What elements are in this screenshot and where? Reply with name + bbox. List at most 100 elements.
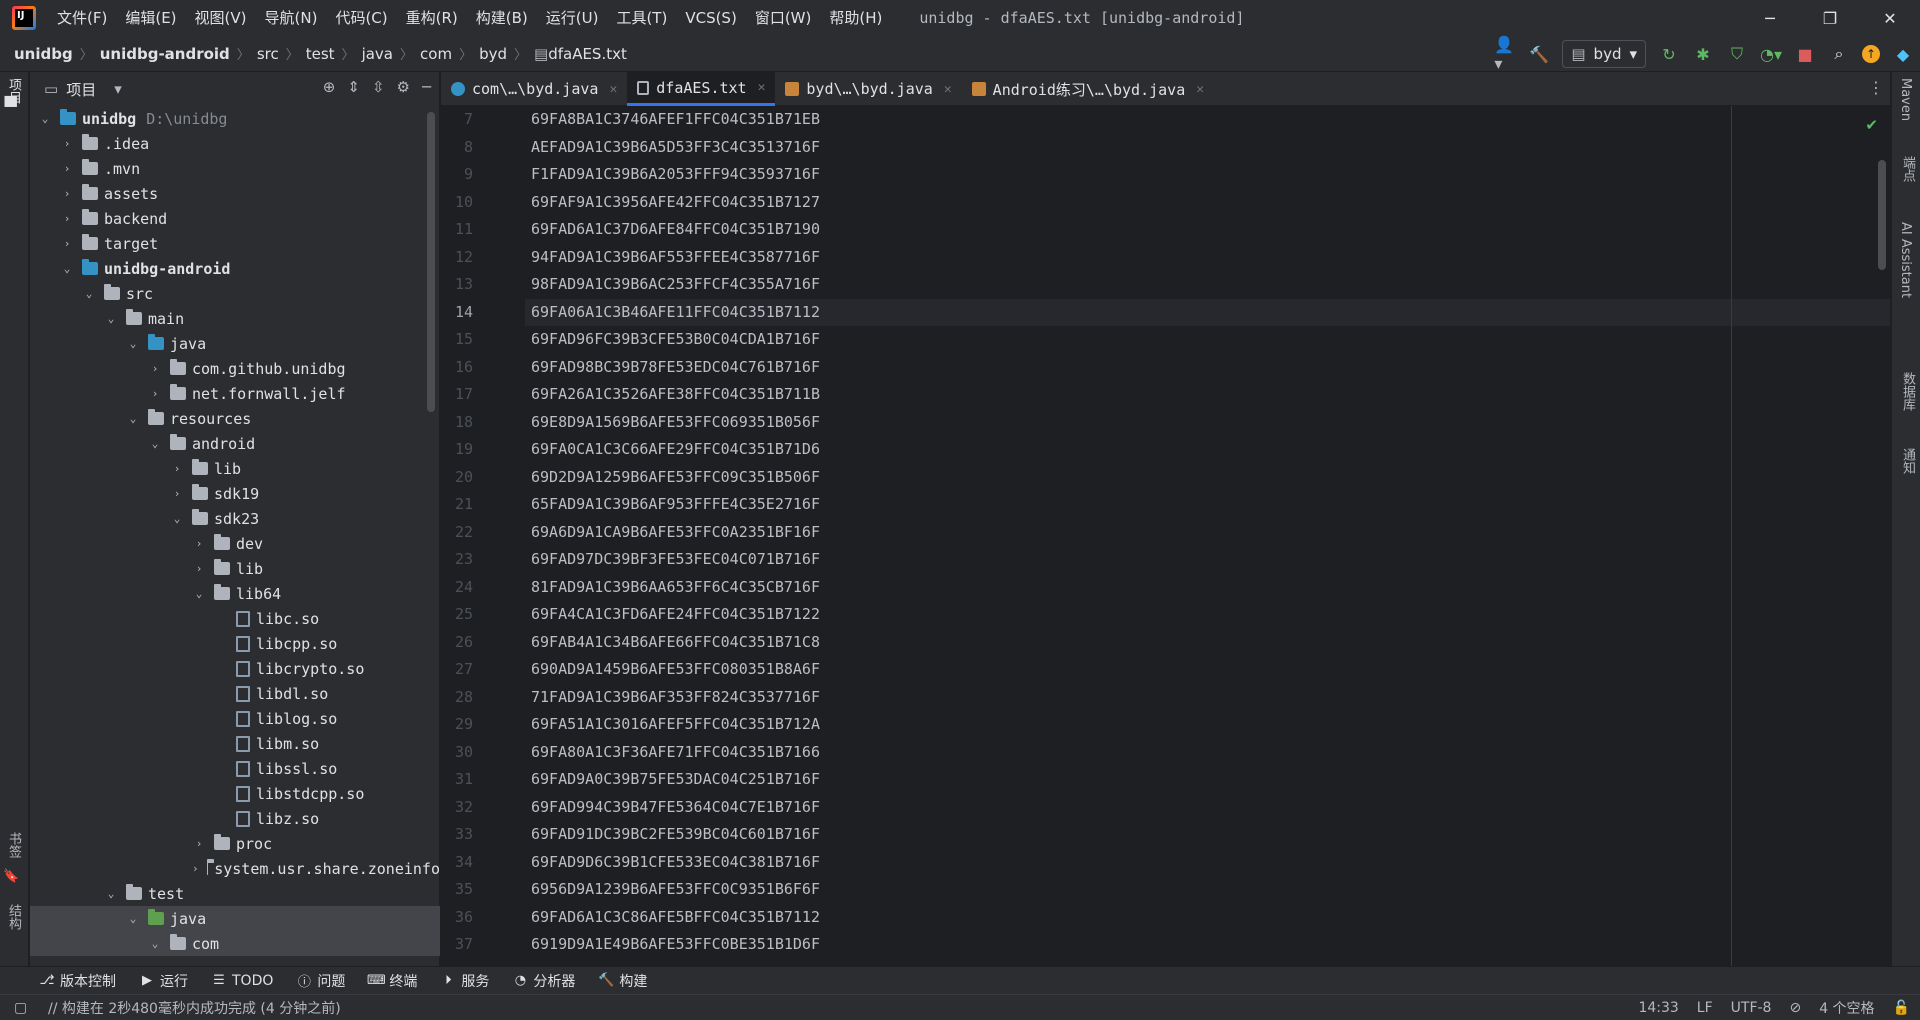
- tool-window-build[interactable]: 🔨 构建: [598, 971, 647, 991]
- editor-tab[interactable]: byd\…\byd.java ✕: [775, 72, 961, 106]
- tree-item[interactable]: › target: [30, 231, 440, 256]
- menu-item[interactable]: 帮助(H): [820, 0, 891, 36]
- code-line[interactable]: 69FA51A1C3016AFEF5FFC04C351B712A: [525, 711, 1865, 739]
- tree-item[interactable]: › dev: [30, 531, 440, 556]
- user-icon[interactable]: 👤▾: [1494, 35, 1516, 73]
- code-line[interactable]: 690AD9A1459B6AFE53FFC080351B8A6F: [525, 656, 1865, 684]
- chevron-right-icon[interactable]: ›: [192, 862, 199, 875]
- tree-item[interactable]: ⌄ test: [30, 881, 440, 906]
- tool-window-vcs[interactable]: ⎇ 版本控制: [40, 971, 116, 991]
- menu-item[interactable]: VCS(S): [676, 0, 745, 36]
- chevron-down-icon[interactable]: ⌄: [148, 937, 162, 950]
- code-line[interactable]: 69FA80A1C3F36AFE71FFC04C351B7166: [525, 739, 1865, 767]
- code-line[interactable]: 69FA26A1C3526AFE38FFC04C351B711B: [525, 381, 1865, 409]
- tree-item[interactable]: ⌄ lib64: [30, 581, 440, 606]
- tool-window-run[interactable]: ▶ 运行: [140, 971, 188, 991]
- breadcrumb-item[interactable]: unidbg-android: [100, 45, 230, 63]
- database-tool-tab[interactable]: 数据库: [1898, 372, 1917, 411]
- chevron-right-icon[interactable]: ›: [60, 187, 74, 200]
- tree-item[interactable]: libssl.so: [30, 756, 440, 781]
- menu-item[interactable]: 代码(C): [326, 0, 396, 36]
- breadcrumb-item[interactable]: dfaAES.txt: [548, 45, 627, 63]
- chevron-down-icon[interactable]: ⌄: [192, 587, 206, 600]
- menu-item[interactable]: 导航(N): [256, 0, 327, 36]
- debug-bug-icon[interactable]: ✱: [1692, 43, 1714, 65]
- no-problems-check-icon[interactable]: ✔: [1865, 116, 1878, 134]
- caret-position[interactable]: 14:33: [1638, 1000, 1678, 1016]
- chevron-right-icon[interactable]: ›: [148, 387, 162, 400]
- code-line[interactable]: 69FAB4A1C34B6AFE66FFC04C351B71C8: [525, 629, 1865, 657]
- code-line[interactable]: 69FA4CA1C3FD6AFE24FFC04C351B7122: [525, 601, 1865, 629]
- breadcrumb-item[interactable]: com: [420, 45, 452, 63]
- close-icon[interactable]: ✕: [1860, 0, 1920, 36]
- tree-item[interactable]: ⌄ android: [30, 431, 440, 456]
- code-line[interactable]: 71FAD9A1C39B6AF353FF824C3537716F: [525, 684, 1865, 712]
- chevron-down-icon[interactable]: ⌄: [60, 262, 74, 275]
- editor-tab[interactable]: Android练习\…\byd.java ✕: [962, 72, 1214, 106]
- chevron-down-icon[interactable]: ⌄: [126, 337, 140, 350]
- chevron-right-icon[interactable]: ›: [148, 362, 162, 375]
- code-line[interactable]: 69E8D9A1569B6AFE53FFC069351B056F: [525, 409, 1865, 437]
- tree-item[interactable]: ⌄ resources: [30, 406, 440, 431]
- search-icon[interactable]: ⌕: [1828, 43, 1850, 65]
- code-line[interactable]: 94FAD9A1C39B6AF553FFEE4C3587716F: [525, 244, 1865, 272]
- file-encoding[interactable]: UTF-8: [1731, 1000, 1772, 1016]
- editor-scrollbar[interactable]: [1878, 160, 1886, 270]
- chevron-right-icon[interactable]: ›: [192, 537, 206, 550]
- intellij-logo-icon[interactable]: IJ: [12, 6, 36, 30]
- tree-item[interactable]: libc.so: [30, 606, 440, 631]
- close-tab-icon[interactable]: ✕: [609, 82, 617, 97]
- menu-item[interactable]: 重构(R): [397, 0, 467, 36]
- chevron-down-icon[interactable]: ⌄: [104, 887, 118, 900]
- tree-item[interactable]: › .idea: [30, 131, 440, 156]
- chevron-down-icon[interactable]: ⌄: [126, 412, 140, 425]
- chevron-right-icon[interactable]: ›: [192, 562, 206, 575]
- code-line[interactable]: 65FAD9A1C39B6AF953FFFE4C35E2716F: [525, 491, 1865, 519]
- chevron-right-icon[interactable]: ›: [192, 837, 206, 850]
- menu-item[interactable]: 编辑(E): [116, 0, 185, 36]
- code-content[interactable]: 69FA8BA1C3746AFEF1FFC04C351B71EB AEFAD9A1…: [525, 106, 1890, 959]
- tree-item[interactable]: ⌄ sdk23: [30, 506, 440, 531]
- hide-icon[interactable]: ─: [422, 78, 431, 96]
- close-tab-icon[interactable]: ✕: [1196, 82, 1204, 97]
- code-line[interactable]: 69FAD994C39B47FE5364C04C7E1B716F: [525, 794, 1865, 822]
- code-line[interactable]: 69D2D9A1259B6AFE53FFC09C351B506F: [525, 464, 1865, 492]
- code-line[interactable]: 69FAD9A0C39B75FE53DAC04C251B716F: [525, 766, 1865, 794]
- more-tabs-icon[interactable]: ⋮: [1868, 78, 1884, 97]
- tree-item[interactable]: › proc: [30, 831, 440, 856]
- tree-item[interactable]: ⌄ unidbg D:\unidbg: [30, 106, 440, 131]
- code-line[interactable]: 6919D9A1E49B6AFE53FFC0BE351B1D6F: [525, 931, 1865, 959]
- readonly-toggle-icon[interactable]: ⊘: [1789, 1000, 1801, 1016]
- tree-item[interactable]: libcrypto.so: [30, 656, 440, 681]
- notifications-tool-tab[interactable]: 通知: [1898, 448, 1917, 474]
- tree-scrollbar[interactable]: [427, 112, 435, 412]
- chevron-down-icon[interactable]: ⌄: [170, 512, 184, 525]
- rerun-icon[interactable]: ↻: [1658, 43, 1680, 65]
- menu-item[interactable]: 文件(F): [48, 0, 116, 36]
- chevron-right-icon[interactable]: ›: [170, 487, 184, 500]
- code-line[interactable]: 98FAD9A1C39B6AC253FFCF4C355A716F: [525, 271, 1865, 299]
- endpoints-tool-tab[interactable]: 端点: [1898, 156, 1917, 182]
- chevron-right-icon[interactable]: ›: [60, 162, 74, 175]
- code-line[interactable]: F1FAD9A1C39B6A2053FFF94C3593716F: [525, 161, 1865, 189]
- code-line[interactable]: 69FA06A1C3B46AFE11FFC04C351B7112: [525, 298, 1890, 326]
- menu-item[interactable]: 构建(B): [467, 0, 537, 36]
- chevron-down-icon[interactable]: ⌄: [38, 112, 52, 125]
- tree-item[interactable]: ⌄ com: [30, 931, 440, 956]
- run-config-selector[interactable]: ▤ byd ▾: [1562, 40, 1646, 68]
- code-line[interactable]: 69A6D9A1CA9B6AFE53FFC0A2351BF16F: [525, 519, 1865, 547]
- tree-item[interactable]: › net.fornwall.jelf: [30, 381, 440, 406]
- minimize-icon[interactable]: ─: [1740, 0, 1800, 36]
- code-line[interactable]: 69FAD97DC39BF3FE53FEC04C071B716F: [525, 546, 1865, 574]
- chevron-down-icon[interactable]: ⌄: [126, 912, 140, 925]
- coverage-shield-icon[interactable]: ⛉: [1726, 43, 1748, 65]
- tree-item[interactable]: › lib: [30, 556, 440, 581]
- breadcrumb-item[interactable]: java: [362, 45, 393, 63]
- tree-item[interactable]: › com.github.unidbg: [30, 356, 440, 381]
- tree-item[interactable]: libcpp.so: [30, 631, 440, 656]
- breadcrumb-item[interactable]: unidbg: [14, 45, 73, 63]
- code-line[interactable]: 69FA0CA1C3C66AFE29FFC04C351B71D6: [525, 436, 1865, 464]
- tool-window-terminal[interactable]: ⌨ 终端: [367, 971, 417, 991]
- tree-item[interactable]: ⌄ unidbg-android: [30, 256, 440, 281]
- locate-icon[interactable]: ⊕: [323, 78, 336, 96]
